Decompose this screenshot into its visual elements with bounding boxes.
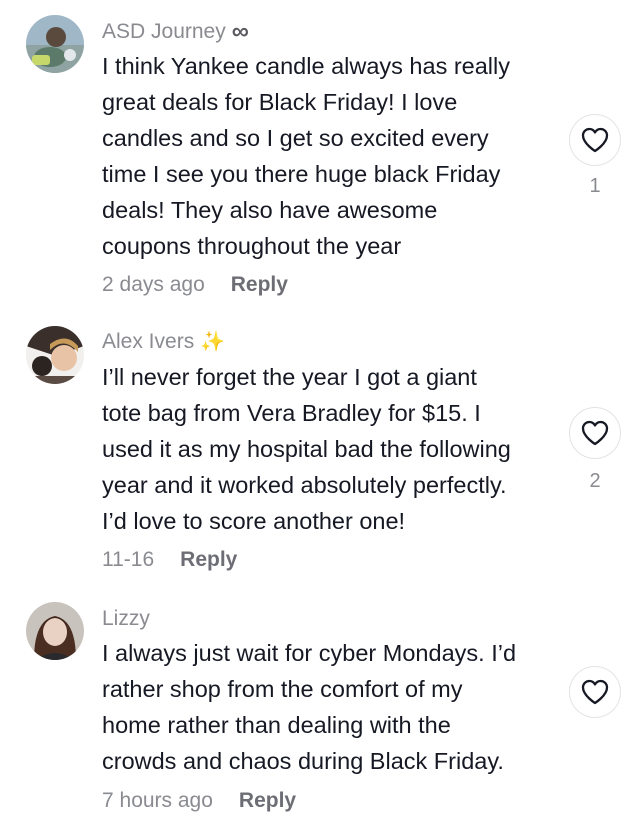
comment-text-line: I think Yankee candle always has really (102, 53, 511, 79)
comment-text-line: I’d love to score another one! (102, 508, 406, 534)
comment-text-line: deals! They also have awesome (102, 197, 438, 223)
comment-timestamp: 11-16 (102, 548, 155, 571)
comment-timestamp: 7 hours ago (102, 789, 213, 812)
comment-text-line: I always just wait for cyber Mondays. I’… (102, 640, 517, 666)
comment-text-line: year and it worked absolutely perfectly. (102, 472, 507, 498)
like-button[interactable] (569, 114, 621, 166)
comment-text: I always just wait for cyber Mondays. I’… (102, 635, 552, 779)
like-button[interactable] (569, 666, 621, 718)
comment-text-line: I’ll never forget the year I got a giant (102, 364, 477, 390)
heart-outline-icon (581, 127, 609, 153)
comment-timestamp: 2 days ago (102, 273, 205, 296)
like-count: 1 (589, 175, 601, 197)
comment-text-line: time I see you there huge black Friday (102, 161, 501, 187)
username[interactable]: Lizzy (102, 605, 150, 633)
avatar[interactable] (26, 15, 84, 73)
reply-button[interactable]: Reply (231, 271, 288, 299)
sparkles-icon: ✨ (200, 331, 226, 353)
heart-outline-icon (581, 420, 609, 446)
comment-text-line: crowds and chaos during Black Friday. (102, 748, 504, 774)
comment-text: I think Yankee candle always has really … (102, 48, 552, 264)
comment-text-line: tote bag from Vera Bradley for $15. I (102, 400, 481, 426)
comment-text: I’ll never forget the year I got a giant… (102, 359, 552, 539)
reply-button[interactable]: Reply (239, 787, 296, 815)
avatar[interactable] (26, 326, 84, 384)
comment-text-line: candles and so I get so excited every (102, 125, 489, 151)
reply-button[interactable]: Reply (180, 546, 237, 574)
comment-text-line: home rather than dealing with the (102, 712, 451, 738)
comment-text-line: great deals for Black Friday! I love (102, 89, 458, 115)
like-count: 2 (589, 470, 601, 492)
comment-text-line: coupons throughout the year (102, 233, 402, 259)
comment-text-line: used it as my hospital bad the following (102, 436, 511, 462)
heart-outline-icon (581, 679, 609, 705)
avatar[interactable] (26, 602, 84, 660)
comment-text-line: rather shop from the comfort of my (102, 676, 463, 702)
like-button[interactable] (569, 407, 621, 459)
username[interactable]: ASD Journey (102, 18, 226, 46)
infinity-icon: ∞ (231, 18, 249, 45)
username[interactable]: Alex Ivers (102, 328, 194, 356)
